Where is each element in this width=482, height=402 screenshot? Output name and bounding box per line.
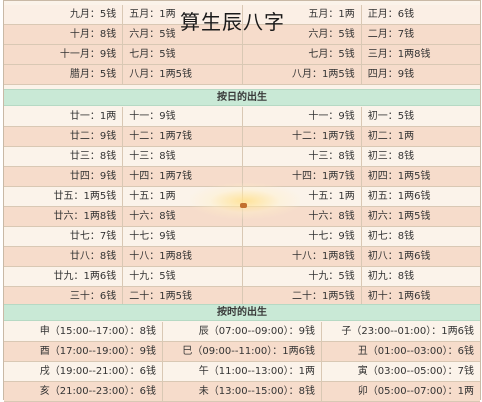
table-cell: 十月：8钱 [4,25,124,44]
table-row: 腊月：5钱 八月：1两5钱 八月：1两5钱 四月：9钱 [4,65,480,85]
table-cell: 腊月：5钱 [4,65,124,84]
table-cell: 九月：5钱 [4,5,124,24]
table-cell: 二月：7钱 [367,29,415,40]
table-cell: 十八：1两8钱 [243,247,362,266]
table-cell: 初二：1两 [367,131,415,142]
table-cell: 十一月：9钱 [4,45,124,64]
table-cell: 酉（17:00--19:00）：9钱 [4,342,163,361]
light-glare [190,183,300,219]
table-cell: 十三：8钱 [243,147,362,166]
table-row: 廿一：1两 十一：9钱 十一：9钱 初一：5钱 [4,107,480,127]
table-cell: 午（11:00--13:00）：1两 [163,362,322,381]
table-row: 酉（17:00--19:00）：9钱 巳（09:00--11:00）：1两6钱 … [4,342,480,362]
table-cell: 七月：5钱 [243,45,362,64]
table-cell: 八月：1两5钱 [243,65,362,84]
table-cell: 巳（09:00--11:00）：1两6钱 [163,342,322,361]
table-cell: 十七：9钱 [243,227,362,246]
section-header: 按时的出生 [4,304,480,321]
table-row: 亥（21:00--23:00）：6钱 未（13:00--15:00）：8钱 卯（… [4,382,480,402]
table-cell: 八月：1两5钱 [123,65,243,84]
table-row: 廿七：7钱 十七：9钱 十七：9钱 初七：8钱 [4,227,480,247]
table-row: 廿二：9钱 十二：1两7钱 十二：1两7钱 初二：1两 [4,127,480,147]
table-cell: 廿五：1两5钱 [4,187,124,206]
table-row: 申（15:00--17:00）：8钱 辰（07:00--09:00）：9钱 子（… [4,322,480,342]
table-cell: 廿八：8钱 [4,247,124,266]
table-cell: 初三：8钱 [367,151,415,162]
table-cell: 初五：1两6钱 [367,191,431,202]
table-cell: 廿九：1两6钱 [4,267,124,286]
light-glare-mark [240,203,247,208]
table-cell: 戌（19:00--21:00）：6钱 [4,362,163,381]
table-cell: 卯（05:00--07:00）：1两 [357,386,474,397]
table-cell: 十一：9钱 [123,107,243,126]
table-cell: 初四：1两5钱 [367,171,431,182]
table-cell: 七月：5钱 [123,45,243,64]
table-cell: 廿一：1两 [4,107,124,126]
table-row: 十一月：9钱 七月：5钱 七月：5钱 三月：1两8钱 [4,45,480,65]
table-row: 廿八：8钱 十八：1两8钱 十八：1两8钱 初八：1两6钱 [4,247,480,267]
table-cell: 十七：9钱 [123,227,243,246]
table-cell: 未（13:00--15:00）：8钱 [163,382,322,401]
table-cell: 初一：5钱 [367,111,415,122]
table-cell: 子（23:00--01:00）：1两6钱 [341,326,474,337]
table-cell: 亥（21:00--23:00）：6钱 [4,382,163,401]
table-cell: 初七：8钱 [367,231,415,242]
table-cell: 四月：9钱 [367,69,415,80]
table-row: 廿九：1两6钱 十九：5钱 十九：5钱 初九：8钱 [4,267,480,287]
table-cell: 十八：1两8钱 [123,247,243,266]
table-cell: 正月：6钱 [367,9,415,20]
table-cell: 三月：1两8钱 [367,49,431,60]
table-cell: 申（15:00--17:00）：8钱 [4,322,163,341]
table-row: 廿三：8钱 十三：8钱 十三：8钱 初三：8钱 [4,147,480,167]
table-cell: 初八：1两6钱 [367,251,431,262]
table-cell: 廿四：9钱 [4,167,124,186]
table-cell: 初六：1两5钱 [367,211,431,222]
table-cell: 廿三：8钱 [4,147,124,166]
page-title: 算生辰八字 [180,10,285,34]
table-cell: 十二：1两7钱 [123,127,243,146]
table-cell: 十二：1两7钱 [243,127,362,146]
table-cell: 廿二：9钱 [4,127,124,146]
table-cell: 辰（07:00--09:00）：9钱 [163,322,322,341]
table-cell: 廿七：7钱 [4,227,124,246]
table-cell: 丑（01:00--03:00）：6钱 [357,346,474,357]
table-cell: 初九：8钱 [367,271,415,282]
table-cell: 寅（03:00--05:00）：7钱 [357,366,474,377]
table-cell: 十九：5钱 [243,267,362,286]
table-row: 戌（19:00--21:00）：6钱 午（11:00--13:00）：1两 寅（… [4,362,480,382]
table-cell: 廿六：1两8钱 [4,207,124,226]
table-cell: 十一：9钱 [243,107,362,126]
section-header: 按日的出生 [4,89,480,106]
table-cell: 十三：8钱 [123,147,243,166]
table-cell: 十九：5钱 [123,267,243,286]
